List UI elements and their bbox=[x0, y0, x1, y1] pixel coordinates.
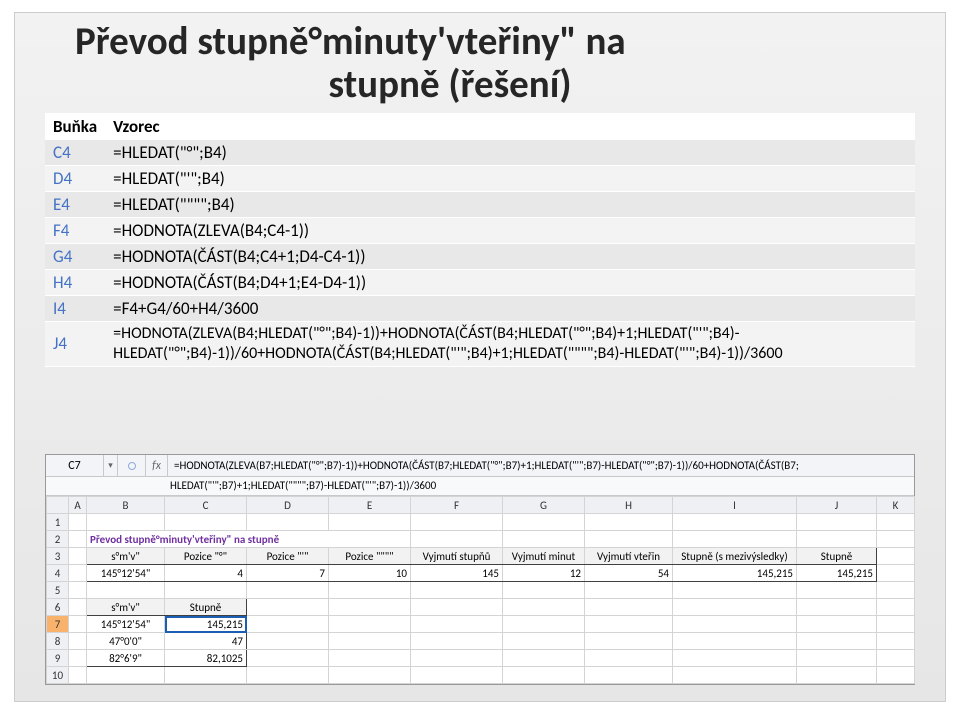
def-formula: =HODNOTA(ZLEVA(B4;C4-1)) bbox=[105, 217, 915, 243]
def-cell: F4 bbox=[45, 217, 105, 243]
hdr-cell: Pozice "°" bbox=[165, 548, 247, 565]
title-line2: stupně (řešení) bbox=[75, 64, 945, 107]
table-row: 3 s°m'v" Pozice "°" Pozice "'" Pozice ""… bbox=[47, 548, 915, 565]
col-header[interactable]: H bbox=[585, 497, 673, 514]
defs-head-cell: Buňka bbox=[45, 113, 105, 139]
col-header[interactable]: K bbox=[877, 497, 915, 514]
cell[interactable]: 145°12'54" bbox=[87, 616, 165, 633]
slide-title: Převod stupně°minuty'vteřiny" na stupně … bbox=[15, 13, 945, 107]
hdr-cell: Vyjmutí vteřin bbox=[585, 548, 673, 565]
table-row: 1 bbox=[47, 514, 915, 531]
def-cell: E4 bbox=[45, 191, 105, 217]
cell[interactable]: 145°12'54" bbox=[87, 565, 165, 582]
cell[interactable]: 4 bbox=[165, 565, 247, 582]
def-cell: J4 bbox=[45, 321, 105, 366]
defs-head-formula: Vzorec bbox=[105, 113, 915, 139]
row-header[interactable]: 3 bbox=[47, 548, 69, 565]
def-formula: =HLEDAT("""";B4) bbox=[105, 191, 915, 217]
cell[interactable]: 82°6'9" bbox=[87, 650, 165, 667]
hdr-cell: s°m'v" bbox=[87, 548, 165, 565]
hdr-cell: Stupně bbox=[165, 599, 247, 616]
spreadsheet-screenshot: C7 ▾ fx =HODNOTA(ZLEVA(B7;HLEDAT("°";B7)… bbox=[45, 454, 915, 685]
def-formula: =HLEDAT("'";B4) bbox=[105, 165, 915, 191]
col-header[interactable]: D bbox=[247, 497, 329, 514]
cell[interactable]: 145,215 bbox=[673, 565, 797, 582]
cell[interactable]: 10 bbox=[329, 565, 411, 582]
col-header[interactable]: G bbox=[503, 497, 585, 514]
col-header[interactable]: F bbox=[411, 497, 503, 514]
row-header[interactable]: 9 bbox=[47, 650, 69, 667]
hdr-cell: Pozice "'" bbox=[247, 548, 329, 565]
formula-bar-line2: HLEDAT("'";B7)+1;HLEDAT("""";B7)-HLEDAT(… bbox=[46, 477, 914, 496]
def-cell: C4 bbox=[45, 139, 105, 165]
def-formula: =HODNOTA(ČÁST(B4;D4+1;E4-D4-1)) bbox=[105, 269, 915, 295]
table-row: 8 47°0'0" 47 bbox=[47, 633, 915, 650]
col-header[interactable]: I bbox=[673, 497, 797, 514]
row-header[interactable]: 10 bbox=[47, 667, 69, 684]
col-header[interactable]: A bbox=[69, 497, 87, 514]
hdr-cell: Vyjmutí minut bbox=[503, 548, 585, 565]
col-header[interactable]: J bbox=[797, 497, 877, 514]
spreadsheet-grid[interactable]: A B C D E F G H I J K 1 2 Převod stupně°… bbox=[46, 496, 915, 684]
cell[interactable]: 47°0'0" bbox=[87, 633, 165, 650]
hdr-cell: Vyjmutí stupňů bbox=[411, 548, 503, 565]
cell[interactable]: 145,215 bbox=[797, 565, 877, 582]
table-row: 9 82°6'9" 82,1025 bbox=[47, 650, 915, 667]
def-formula: =HODNOTA(ČÁST(B4;C4+1;D4-C4-1)) bbox=[105, 243, 915, 269]
row-header[interactable]: 8 bbox=[47, 633, 69, 650]
definitions-table: Buňka Vzorec C4=HLEDAT("°";B4) D4=HLEDAT… bbox=[45, 113, 915, 367]
col-headers: A B C D E F G H I J K bbox=[47, 497, 915, 514]
hdr-cell: Stupně (s mezivýsledky) bbox=[673, 548, 797, 565]
def-formula: =F4+G4/60+H4/3600 bbox=[105, 295, 915, 321]
slide: Převod stupně°minuty'vteřiny" na stupně … bbox=[14, 12, 946, 702]
name-box[interactable]: C7 bbox=[46, 455, 104, 476]
table-row: 4 145°12'54" 4 7 10 145 12 54 145,215 14… bbox=[47, 565, 915, 582]
def-cell: H4 bbox=[45, 269, 105, 295]
row-header[interactable]: 7 bbox=[47, 616, 69, 633]
name-box-dropdown-icon[interactable]: ▾ bbox=[104, 455, 118, 476]
formula-bar[interactable]: =HODNOTA(ZLEVA(B7;HLEDAT("°";B7)-1))+HOD… bbox=[168, 455, 914, 476]
def-cell: D4 bbox=[45, 165, 105, 191]
row-header[interactable]: 5 bbox=[47, 582, 69, 599]
row-header[interactable]: 1 bbox=[47, 514, 69, 531]
table-row: 5 bbox=[47, 582, 915, 599]
fx-button-icon[interactable] bbox=[118, 455, 146, 476]
cell[interactable]: 145 bbox=[411, 565, 503, 582]
cell[interactable]: 47 bbox=[165, 633, 247, 650]
title-line1: Převod stupně°minuty'vteřiny" na bbox=[75, 18, 626, 65]
def-cell: G4 bbox=[45, 243, 105, 269]
table-row: 7 145°12'54" 145,215 bbox=[47, 616, 915, 633]
def-cell: I4 bbox=[45, 295, 105, 321]
formula-bar-row: C7 ▾ fx =HODNOTA(ZLEVA(B7;HLEDAT("°";B7)… bbox=[46, 455, 914, 477]
row-header[interactable]: 6 bbox=[47, 599, 69, 616]
hdr-cell: Stupně bbox=[797, 548, 877, 565]
def-formula: =HODNOTA(ZLEVA(B4;HLEDAT("°";B4)-1))+HOD… bbox=[105, 321, 915, 366]
fx-label[interactable]: fx bbox=[146, 455, 168, 476]
hdr-cell: Pozice """" bbox=[329, 548, 411, 565]
cell[interactable]: 12 bbox=[503, 565, 585, 582]
hdr-cell: s°m'v" bbox=[87, 599, 165, 616]
sheet-title: Převod stupně°minuty'vteřiny" na stupně bbox=[87, 531, 411, 548]
row-header[interactable]: 2 bbox=[47, 531, 69, 548]
selected-cell[interactable]: 145,215 bbox=[165, 616, 247, 633]
cell[interactable]: 7 bbox=[247, 565, 329, 582]
col-header[interactable]: E bbox=[329, 497, 411, 514]
table-row: 2 Převod stupně°minuty'vteřiny" na stupn… bbox=[47, 531, 915, 548]
col-header[interactable]: B bbox=[87, 497, 165, 514]
def-formula: =HLEDAT("°";B4) bbox=[105, 139, 915, 165]
table-row: 10 bbox=[47, 667, 915, 684]
table-row: 6 s°m'v" Stupně bbox=[47, 599, 915, 616]
cell[interactable]: 54 bbox=[585, 565, 673, 582]
cell[interactable]: 82,1025 bbox=[165, 650, 247, 667]
row-header[interactable]: 4 bbox=[47, 565, 69, 582]
col-header[interactable]: C bbox=[165, 497, 247, 514]
